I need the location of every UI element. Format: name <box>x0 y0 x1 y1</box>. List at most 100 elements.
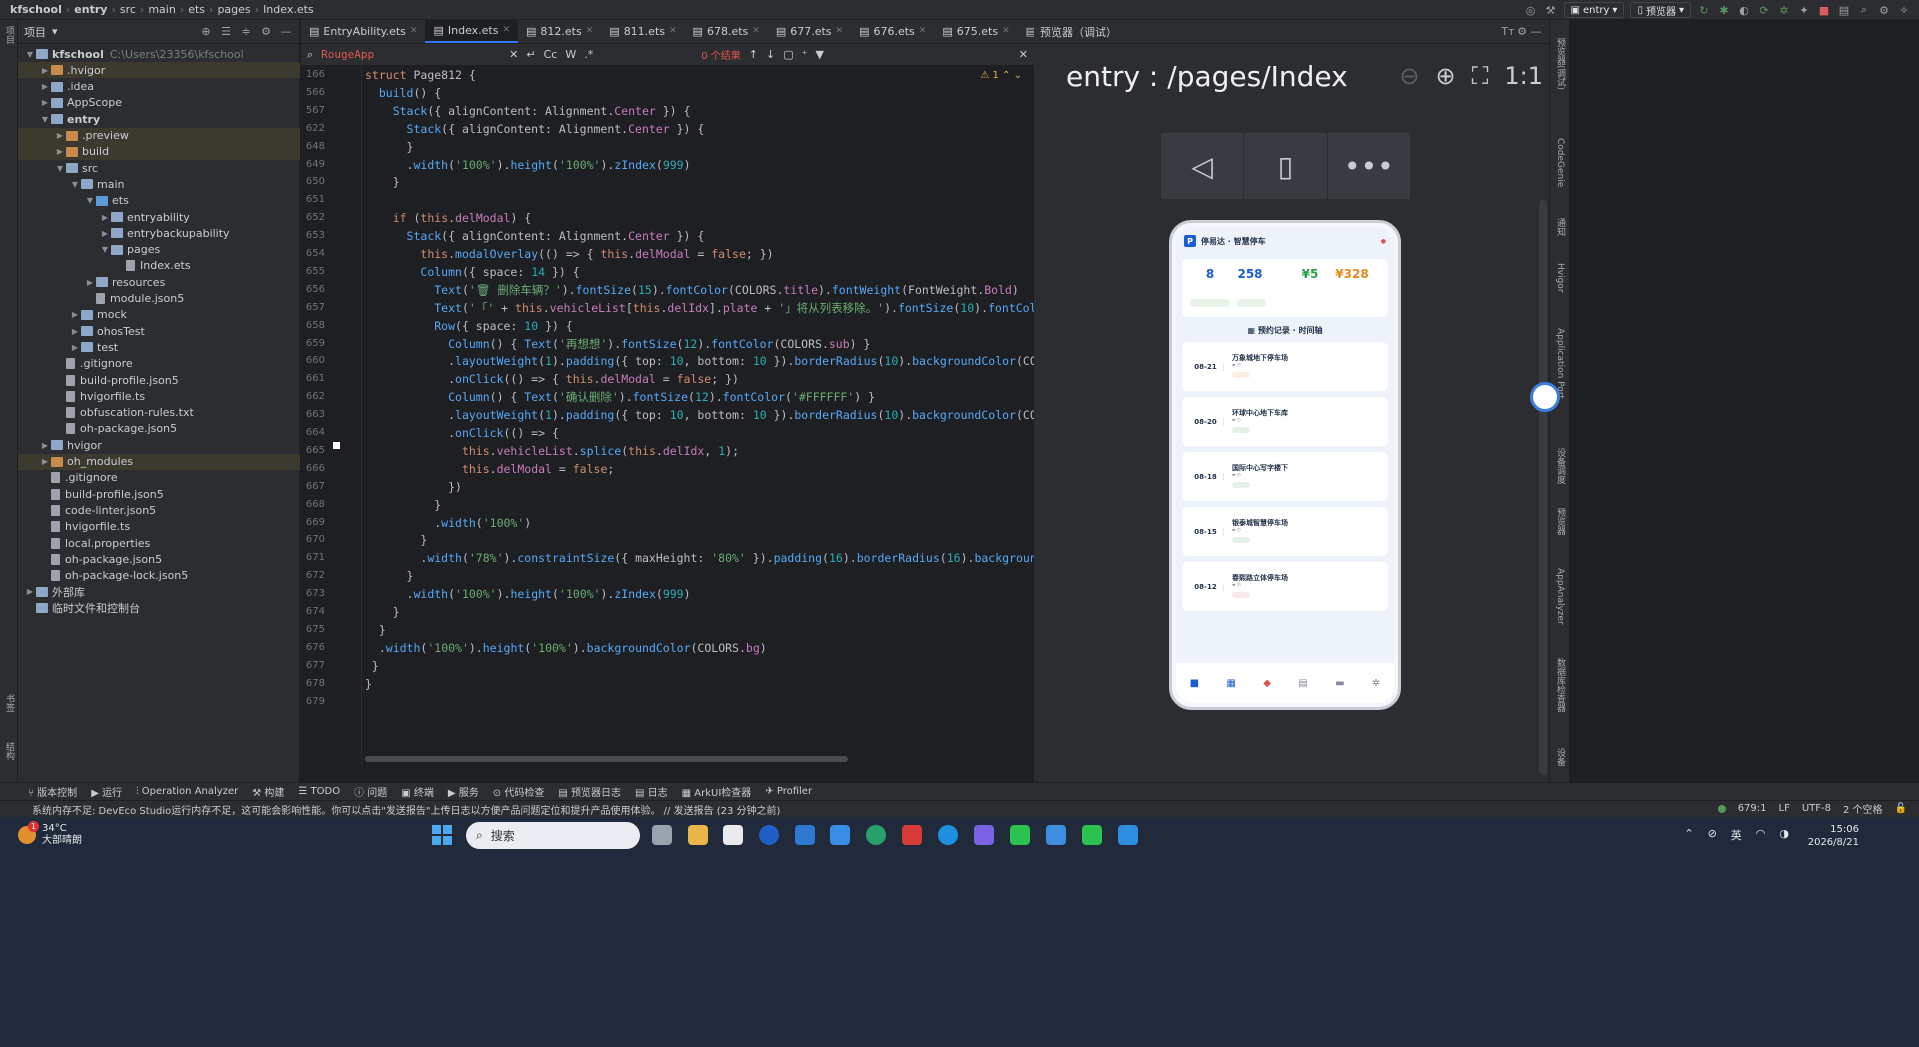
booking-card[interactable]: 08-15 银泰城智慧停车场 ▰ ◷ <box>1182 507 1388 556</box>
chevron-right-icon[interactable]: ▶ <box>39 66 51 75</box>
rotate-device-icon[interactable]: ▯ <box>1244 133 1328 199</box>
tree-node[interactable]: ▶ oh_modules <box>18 453 300 470</box>
tree-node[interactable]: ▶ entryability <box>18 209 300 225</box>
chevron-down-icon[interactable]: ▼ <box>69 180 81 189</box>
code-line[interactable]: Column({ space: 14 }) { <box>365 263 579 281</box>
chevron-down-icon[interactable]: ▼ <box>24 50 36 59</box>
indent-setting[interactable]: 2 个空格 <box>1843 801 1883 816</box>
profile-icon[interactable]: ◐ <box>1737 3 1751 17</box>
debug-icon[interactable]: ✱ <box>1717 3 1731 17</box>
breadcrumb-item[interactable]: ets <box>188 3 205 16</box>
tree-node[interactable]: ▶ entrybackupability <box>18 225 300 241</box>
booking-card[interactable]: 08-18 国际中心写字楼下 ▰ ◷ <box>1182 452 1388 501</box>
outlook-icon[interactable] <box>795 825 815 845</box>
code-line[interactable]: struct Page812 { <box>365 66 476 84</box>
tree-node[interactable]: local.properties <box>18 535 300 551</box>
stop-icon[interactable]: ■ <box>1817 3 1831 17</box>
code-line[interactable]: } <box>365 531 427 549</box>
tree-node[interactable]: ▶ test <box>18 339 300 355</box>
close-tab-icon[interactable]: ✕ <box>586 26 594 36</box>
editor-tab[interactable]: ▤ 811.ets ✕ <box>601 20 684 43</box>
chevron-right-icon[interactable]: ▶ <box>69 343 81 352</box>
network-off-icon[interactable]: ⊘ <box>1708 827 1717 843</box>
editor-tab[interactable]: ▤674 <box>1018 20 1034 43</box>
chevron-right-icon[interactable]: ▶ <box>69 327 81 336</box>
code-line[interactable]: } <box>365 603 400 621</box>
breadcrumb-item[interactable]: src <box>120 3 136 16</box>
ime-indicator[interactable]: 英 <box>1731 827 1742 843</box>
nav-home-icon[interactable]: ■ <box>1190 678 1199 689</box>
device-manager-icon[interactable]: ▤ <box>1837 3 1851 17</box>
code-line[interactable]: } <box>365 621 386 639</box>
clear-icon[interactable]: ✕ <box>509 48 518 61</box>
chevron-down-icon[interactable]: ▼ <box>99 245 111 254</box>
fit-screen-icon[interactable]: ⛶ <box>1472 62 1489 90</box>
code-line[interactable]: } <box>365 657 379 675</box>
tree-node[interactable]: oh-package.json5 <box>18 421 300 437</box>
minimize-icon[interactable]: — <box>279 25 293 39</box>
edge-icon[interactable] <box>866 825 886 845</box>
editor-tab[interactable]: ▤ 812.ets ✕ <box>518 20 601 43</box>
target-icon[interactable]: ◎ <box>1524 3 1538 17</box>
volume-icon[interactable]: ◑ <box>1779 827 1789 843</box>
code-line[interactable]: .width('100%').height('100%').background… <box>365 639 767 657</box>
tree-node[interactable]: build-profile.json5 <box>18 486 300 502</box>
tree-node[interactable]: oh-package.json5 <box>18 551 300 567</box>
breadcrumb-item[interactable]: pages <box>217 3 250 16</box>
mail-icon[interactable] <box>830 825 850 845</box>
feather-icon[interactable] <box>974 825 994 845</box>
tool-window-button[interactable]: ✈ Profiler <box>765 786 812 797</box>
tree-node[interactable]: ▼ main <box>18 176 300 192</box>
attach-debugger-icon[interactable]: ✲ <box>1777 3 1791 17</box>
tree-node[interactable]: ▶ 外部库 <box>18 584 300 600</box>
right-tool-tab[interactable]: CodeGenie <box>1554 138 1566 187</box>
vertical-scrollbar[interactable] <box>1539 200 1547 775</box>
editor-tab[interactable]: ▤ 678.ets ✕ <box>685 20 768 43</box>
code-line[interactable]: .width('100%').height('100%').zIndex(999… <box>365 156 691 174</box>
lock-icon[interactable]: 🔓 <box>1895 803 1907 814</box>
reload-icon[interactable]: ↻ <box>1697 3 1711 17</box>
minimize-icon[interactable]: — <box>1529 25 1543 39</box>
editor-tab[interactable]: ▤ EntryAbility.ets ✕ <box>301 20 425 43</box>
tool-window-button[interactable]: ▦ ArkUI检查器 <box>682 784 752 799</box>
actual-size-icon[interactable]: 1:1 <box>1504 62 1543 90</box>
chevron-right-icon[interactable]: ▶ <box>39 82 51 91</box>
history-icon[interactable]: ↵ <box>526 48 535 61</box>
code-line[interactable]: .width('100%').height('100%').zIndex(999… <box>365 585 691 603</box>
chevron-right-icon[interactable]: ▶ <box>99 229 111 238</box>
close-tab-icon[interactable]: ✕ <box>1002 26 1010 36</box>
status-indicator-icon[interactable] <box>1717 804 1726 813</box>
booking-card[interactable]: 08-21 万象城地下停车场 ▰ ◷ <box>1182 342 1388 391</box>
chevron-up-icon[interactable]: ⌃ <box>1684 827 1693 843</box>
right-tool-tab[interactable]: AppAnalyzer <box>1554 568 1566 625</box>
hammer-icon[interactable]: ⚒ <box>1544 3 1558 17</box>
wechat-icon[interactable] <box>1010 825 1030 845</box>
arrow-down-icon[interactable]: ↓ <box>766 48 775 61</box>
breadcrumb-item[interactable]: Index.ets <box>263 3 314 16</box>
help-icon[interactable] <box>938 825 958 845</box>
match-case-toggle[interactable]: Cc <box>544 48 558 61</box>
nav-vehicle-icon[interactable]: ◆ <box>1263 678 1271 689</box>
chevron-down-icon[interactable]: ▼ <box>54 164 66 173</box>
vscode-icon[interactable] <box>1118 825 1138 845</box>
tree-node[interactable]: ▼ entry <box>18 111 300 127</box>
code-line[interactable]: .width('100%') <box>365 514 531 532</box>
code-line[interactable]: } <box>365 675 372 693</box>
tree-node[interactable]: Index.ets <box>18 258 300 274</box>
tool-window-button[interactable]: ⫶ Operation Analyzer <box>136 786 238 797</box>
booking-card[interactable]: 08-20 环球中心地下车库 ▰ ◷ <box>1182 397 1388 446</box>
tree-node[interactable]: module.json5 <box>18 291 300 307</box>
editor-tab[interactable]: ▤ 676.ets ✕ <box>851 20 934 43</box>
tree-node[interactable]: ▶ ohosTest <box>18 323 300 339</box>
tree-node[interactable]: ▼ src <box>18 160 300 176</box>
tree-node[interactable]: ▼ kfschool C:\Users\23356\kfschool <box>18 46 300 62</box>
chevron-right-icon[interactable]: ▶ <box>24 587 36 596</box>
tool-window-button[interactable]: ⚒ 构建 <box>252 784 284 799</box>
code-line[interactable]: } <box>365 173 400 191</box>
tree-node[interactable]: ▶ .hvigor <box>18 62 300 79</box>
chevron-right-icon[interactable]: ▶ <box>39 441 51 450</box>
right-tool-tab[interactable]: Hvigor <box>1554 263 1566 293</box>
chat-app-icon[interactable] <box>1082 825 1102 845</box>
chevron-down-icon[interactable]: ▼ <box>84 196 96 205</box>
back-icon[interactable]: ◁ <box>1161 133 1245 199</box>
